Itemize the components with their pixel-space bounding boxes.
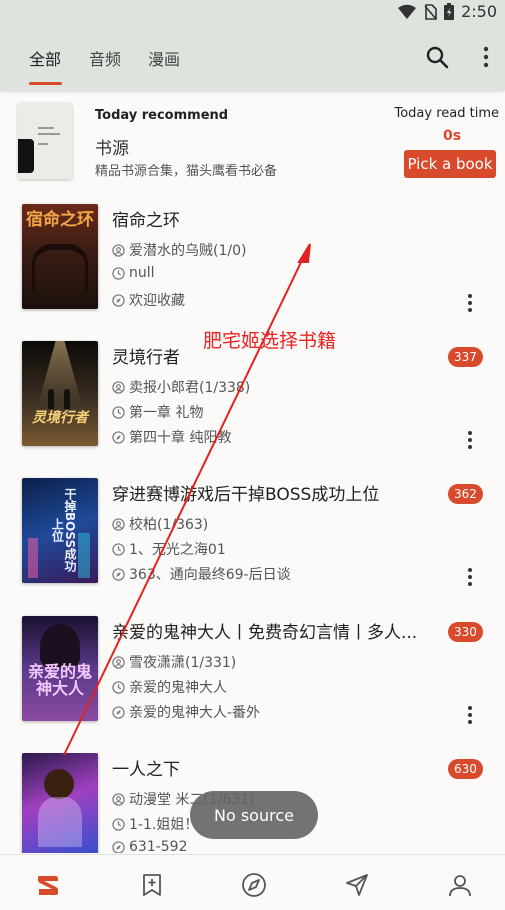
book-menu-icon[interactable] — [463, 704, 477, 726]
tab-all[interactable]: 全部 — [29, 46, 61, 70]
profile-icon[interactable] — [446, 871, 474, 899]
book-title: 穿进赛博游戏后干掉BOSS成功上位 — [112, 485, 380, 505]
author-icon — [112, 380, 125, 394]
author-icon — [112, 243, 125, 257]
search-icon[interactable] — [424, 44, 450, 70]
cover-title: 亲爱的鬼神大人 — [27, 662, 92, 698]
unread-count-badge: 330 — [448, 622, 483, 642]
book-last-read: 亲爱的鬼神大人-番外 — [129, 705, 261, 721]
author-icon — [112, 792, 125, 806]
book-last-read-row: 欢迎收藏 — [112, 290, 185, 310]
unread-count-badge: 362 — [448, 484, 483, 504]
book-last-read-row: 亲爱的鬼神大人-番外 — [112, 702, 260, 722]
book-last-read-row: 第四十章 纯阳教 — [112, 427, 231, 447]
compass-icon — [112, 430, 125, 444]
book-item[interactable]: 宿命之环 宿命之环 爱潜水的乌贼(1/0) null 欢迎收藏 — [0, 204, 505, 341]
active-tab-indicator — [29, 82, 62, 85]
compass-icon — [112, 567, 125, 581]
compass-icon — [112, 293, 125, 307]
book-latest-chapter: 第一章 礼物 — [129, 405, 204, 421]
book-author-row: 校柏(1/363) — [112, 514, 208, 534]
bottom-navigation — [0, 854, 505, 910]
book-cover: 亲爱的鬼神大人 — [22, 616, 98, 721]
book-title: 宿命之环 — [112, 211, 180, 231]
clock: 2:50 — [461, 2, 497, 21]
recommend-description: 精品书源合集，猫头鹰看书必备 — [95, 164, 278, 179]
explore-icon[interactable] — [240, 871, 268, 899]
compass-icon — [112, 705, 125, 719]
battery-icon — [444, 2, 455, 20]
bookshelf-icon[interactable] — [34, 871, 62, 899]
book-author: 爱潜水的乌贼(1/0) — [129, 243, 247, 259]
wifi-icon — [398, 4, 417, 19]
recommend-cover — [18, 103, 72, 179]
book-title: 亲爱的鬼神大人丨免费奇幻言情丨多人... — [112, 623, 418, 643]
book-item[interactable]: 干掉BOSS成功上位 穿进赛博游戏后干掉BOSS成功上位 362 校柏(1/36… — [0, 478, 505, 615]
book-cover — [22, 753, 98, 853]
book-menu-icon[interactable] — [463, 292, 477, 314]
book-latest-chapter: null — [129, 265, 155, 281]
book-latest-chapter: 亲爱的鬼神大人 — [129, 680, 227, 696]
unread-count-badge: 630 — [448, 759, 483, 779]
book-last-read: 631-592 — [129, 839, 188, 853]
book-author: 校柏(1/363) — [129, 517, 209, 533]
book-author-row: 雪夜潇潇(1/331) — [112, 652, 236, 672]
book-author: 卖报小郎君(1/338) — [129, 380, 251, 396]
author-icon — [112, 655, 125, 669]
book-latest-row: 1、无光之海01 — [112, 539, 226, 559]
status-bar: 2:50 — [0, 0, 505, 26]
book-last-read: 欢迎收藏 — [129, 293, 185, 309]
book-author-row: 爱潜水的乌贼(1/0) — [112, 240, 246, 260]
book-last-read-row: 363、通向最终69-后日谈 — [112, 564, 291, 584]
more-options-icon[interactable] — [478, 44, 494, 70]
book-last-read: 第四十章 纯阳教 — [129, 430, 232, 446]
compass-icon — [112, 840, 125, 853]
cover-title: 灵境行者 — [32, 410, 88, 426]
status-icons: 2:50 — [397, 2, 497, 21]
send-icon[interactable] — [343, 871, 371, 899]
add-book-icon[interactable] — [138, 871, 166, 899]
clock-icon — [112, 405, 125, 419]
tab-audio[interactable]: 音频 — [89, 46, 121, 70]
clock-icon — [112, 817, 125, 831]
book-latest-row: null — [112, 265, 155, 281]
book-latest-chapter: 1、无光之海01 — [129, 542, 226, 558]
book-menu-icon[interactable] — [463, 566, 477, 588]
book-title: 一人之下 — [112, 760, 180, 780]
read-time-value: 0s — [443, 128, 462, 144]
book-cover: 干掉BOSS成功上位 — [22, 478, 98, 583]
toast-message: No source — [190, 791, 318, 839]
book-latest-row: 第一章 礼物 — [112, 402, 203, 422]
cover-title: 干掉BOSS成功上位 — [50, 487, 77, 573]
top-app-bar: 全部 音频 漫画 — [0, 26, 505, 90]
today-recommend-card[interactable]: Today recommend 书源 精品书源合集，猫头鹰看书必备 Today … — [0, 96, 505, 186]
book-latest-row: 亲爱的鬼神大人 — [112, 677, 227, 697]
clock-icon — [112, 542, 125, 556]
book-latest-row: 1-1.姐姐！ — [112, 814, 198, 834]
book-cover: 宿命之环 — [22, 204, 98, 309]
recommend-heading: Today recommend — [95, 108, 229, 123]
book-author-row: 卖报小郎君(1/338) — [112, 377, 250, 397]
clock-icon — [112, 266, 125, 280]
unread-count-badge: 337 — [448, 347, 483, 367]
book-item[interactable]: 亲爱的鬼神大人 亲爱的鬼神大人丨免费奇幻言情丨多人... 330 雪夜潇潇(1/… — [0, 616, 505, 753]
book-last-read-row: 631-592 — [112, 839, 188, 853]
book-last-read: 363、通向最终69-后日谈 — [129, 567, 291, 583]
book-author: 雪夜潇潇(1/331) — [129, 655, 237, 671]
book-item[interactable]: 灵境行者 灵境行者 337 卖报小郎君(1/338) 第一章 礼物 第四十章 纯… — [0, 341, 505, 478]
pick-a-book-button[interactable]: Pick a book — [404, 150, 496, 178]
book-cover: 灵境行者 — [22, 341, 98, 446]
book-menu-icon[interactable] — [463, 429, 477, 451]
no-sim-icon — [424, 3, 437, 20]
recommend-source-name: 书源 — [95, 139, 129, 159]
read-time-label: Today read time — [394, 106, 499, 121]
annotation-text: 肥宅姬选择书籍 — [203, 330, 337, 352]
clock-icon — [112, 680, 125, 694]
tab-comic[interactable]: 漫画 — [148, 46, 180, 70]
author-icon — [112, 517, 125, 531]
book-latest-chapter: 1-1.姐姐！ — [129, 817, 199, 833]
cover-title: 宿命之环 — [26, 210, 94, 230]
